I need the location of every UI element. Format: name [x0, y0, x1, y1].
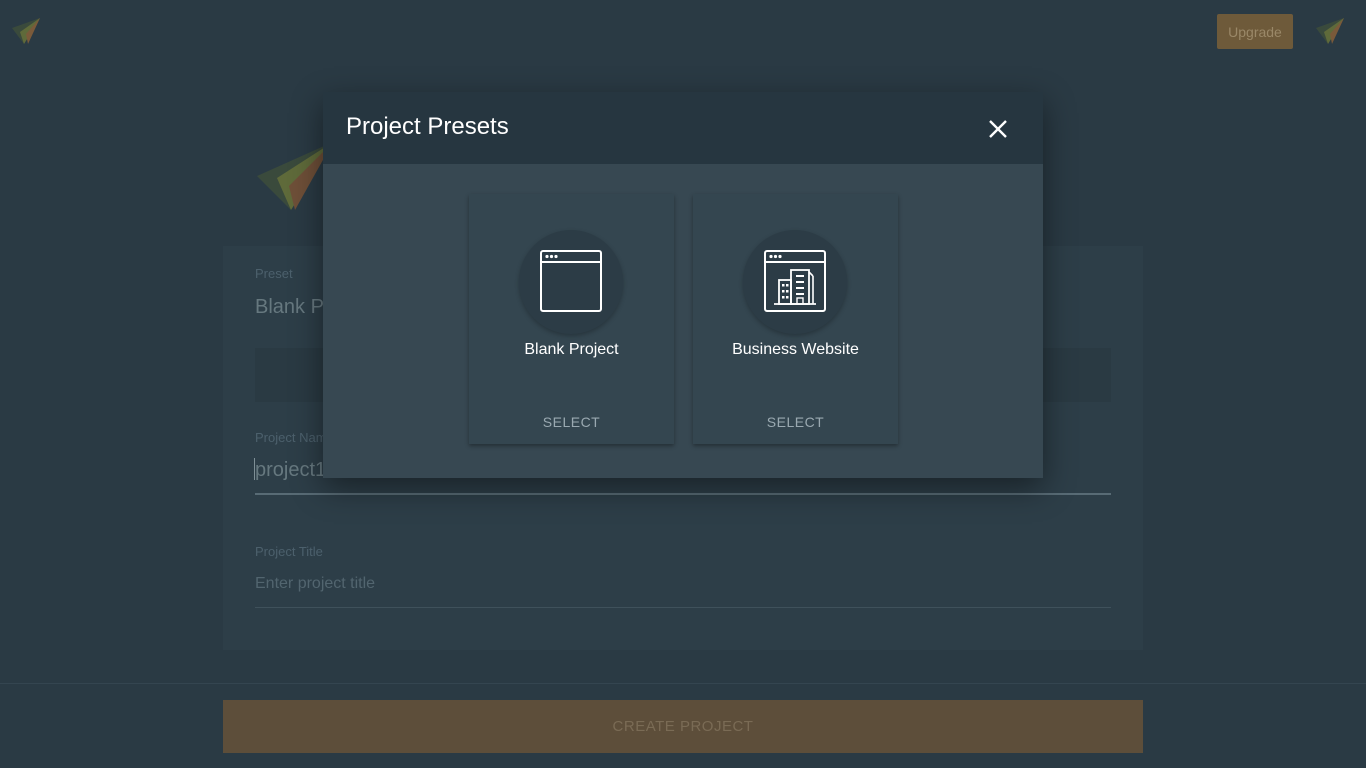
project-name-label: Project Name [255, 430, 334, 445]
text-cursor [254, 458, 255, 480]
close-button[interactable] [983, 114, 1013, 144]
project-name-input[interactable]: project1 [255, 459, 326, 482]
preset-card-business-website[interactable]: Business Website SELECT [693, 194, 898, 444]
bottom-bar: CREATE PROJECT [0, 683, 1366, 768]
project-name-underline [255, 493, 1111, 495]
browser-building-icon [764, 250, 826, 312]
close-icon [989, 120, 1007, 138]
dialog-title: Project Presets [346, 113, 509, 140]
project-title-input[interactable]: Enter project title [255, 575, 375, 593]
browser-window-icon [540, 250, 602, 312]
create-project-button[interactable]: CREATE PROJECT [223, 700, 1143, 753]
preset-name: Business Website [732, 341, 859, 358]
preset-label: Preset [255, 266, 293, 281]
paper-plane-logo-icon[interactable] [1312, 14, 1346, 48]
preset-name: Blank Project [524, 341, 619, 358]
project-presets-dialog: Project Presets Blank Project SELECT Bus… [323, 92, 1043, 478]
top-bar: Upgrade [0, 0, 1366, 64]
preset-icon-circle [519, 230, 623, 334]
dialog-body: Blank Project SELECT Business Website SE… [323, 164, 1043, 478]
select-business-website-button[interactable]: SELECT [693, 414, 898, 430]
select-blank-project-button[interactable]: SELECT [469, 414, 674, 430]
project-title-label: Project Title [255, 544, 323, 559]
preset-icon-circle [743, 230, 847, 334]
project-title-underline [255, 607, 1111, 608]
upgrade-button[interactable]: Upgrade [1217, 14, 1293, 49]
paper-plane-logo-icon[interactable] [8, 14, 42, 48]
preset-card-blank-project[interactable]: Blank Project SELECT [469, 194, 674, 444]
dialog-header: Project Presets [323, 92, 1043, 164]
